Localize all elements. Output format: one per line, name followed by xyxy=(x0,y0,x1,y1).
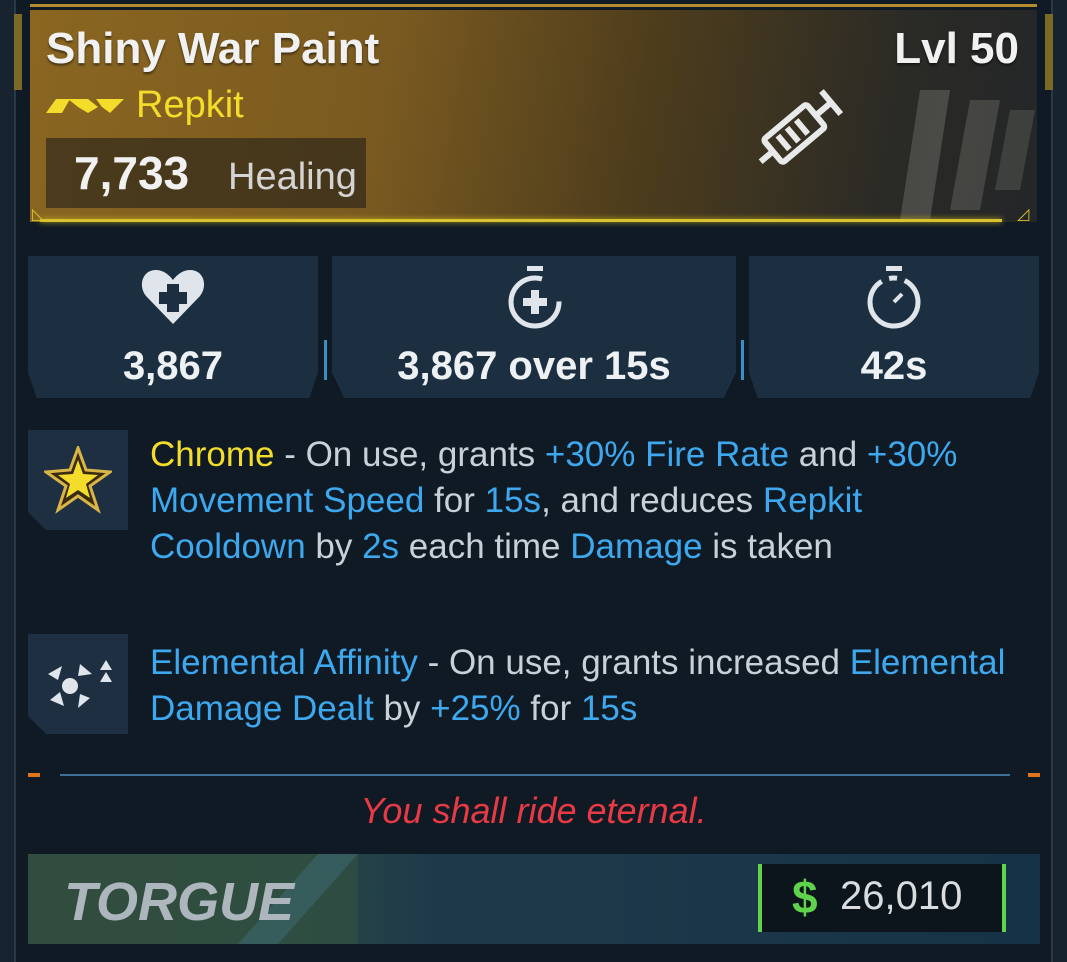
item-card: Shiny War Paint Lvl 50 Repkit 7,733 Heal… xyxy=(0,0,1067,962)
price-box: $ 26,010 xyxy=(758,864,1006,932)
corner-marker-left: ◺ xyxy=(32,204,45,223)
item-price: 26,010 xyxy=(840,874,963,918)
perk-elemental-icon-box xyxy=(28,634,128,734)
manufacturer-logo: TORGUE xyxy=(28,854,358,944)
item-type: Repkit xyxy=(136,84,244,126)
perk-keyword: 2s xyxy=(362,527,400,566)
stat-panel-cooldown: 42s xyxy=(749,256,1039,398)
perk-keyword: Damage xyxy=(570,527,703,566)
stat-value-regen: 3,867 over 15s xyxy=(397,344,671,388)
divider-tick-left xyxy=(28,773,40,777)
elemental-affinity-icon xyxy=(48,660,112,708)
divider-tick-right xyxy=(1028,773,1040,777)
healing-value: 7,733 xyxy=(74,147,190,199)
perk-text: by xyxy=(373,689,431,728)
perk-elemental-name: Elemental Affinity xyxy=(150,643,418,682)
item-name: Shiny War Paint xyxy=(46,24,380,73)
stat-value-heal: 3,867 xyxy=(122,344,224,388)
flavor-text: You shall ride eternal. xyxy=(360,790,707,831)
header-top-line xyxy=(30,4,1037,7)
manufacturer-decor xyxy=(900,90,1035,220)
chrome-star-icon xyxy=(44,446,112,514)
perk-text: each time xyxy=(399,527,571,566)
item-header: Shiny War Paint Lvl 50 Repkit 7,733 Heal… xyxy=(30,10,1037,222)
perk-text: and xyxy=(789,435,867,474)
edge-accent-right xyxy=(1045,14,1053,90)
stopwatch-icon xyxy=(867,266,921,329)
timer-plus-icon xyxy=(508,266,562,329)
heart-plus-icon xyxy=(141,270,205,324)
stat-panel-regen: 3,867 over 15s xyxy=(332,256,736,398)
stat-value-cooldown: 42s xyxy=(860,344,928,388)
currency-icon: $ xyxy=(792,871,818,923)
perk-keyword: +25% xyxy=(430,689,521,728)
item-footer: TORGUE $ 26,010 xyxy=(28,854,1040,944)
edge-accent-left xyxy=(14,14,22,90)
syringe-icon xyxy=(758,89,844,165)
perk-text: - On use, grants xyxy=(274,435,545,474)
perk-elemental-description: Elemental Affinity - On use, grants incr… xyxy=(150,640,1010,732)
corner-marker-right: ◿ xyxy=(1017,204,1030,223)
perk-text: is taken xyxy=(702,527,833,566)
perk-text: - On use, grants increased xyxy=(417,643,850,682)
healing-label: Healing xyxy=(228,156,357,198)
rarity-chevrons-icon xyxy=(46,98,124,113)
perk-text: , and reduces xyxy=(541,481,763,520)
manufacturer-name: TORGUE xyxy=(64,872,296,932)
perk-chrome-name: Chrome xyxy=(150,435,275,474)
healing-stat: 7,733 Healing xyxy=(46,138,366,208)
stat-separator-2 xyxy=(741,340,744,380)
perk-chrome-icon-box xyxy=(28,430,128,530)
item-level: Lvl 50 xyxy=(894,24,1019,73)
stat-panel-heal: 3,867 xyxy=(28,256,318,398)
perk-text: for xyxy=(520,689,581,728)
perk-keyword: 15s xyxy=(580,689,638,728)
stat-separator-1 xyxy=(324,340,327,380)
perk-keyword: +30% Fire Rate xyxy=(544,435,790,474)
perk-text: by xyxy=(305,527,363,566)
rarity-row: Repkit xyxy=(44,84,244,127)
header-bottom-line xyxy=(40,219,1002,222)
section-divider xyxy=(60,774,1010,776)
perk-chrome-description: Chrome - On use, grants +30% Fire Rate a… xyxy=(150,432,1010,570)
perk-text: for xyxy=(424,481,485,520)
perk-keyword: 15s xyxy=(484,481,542,520)
